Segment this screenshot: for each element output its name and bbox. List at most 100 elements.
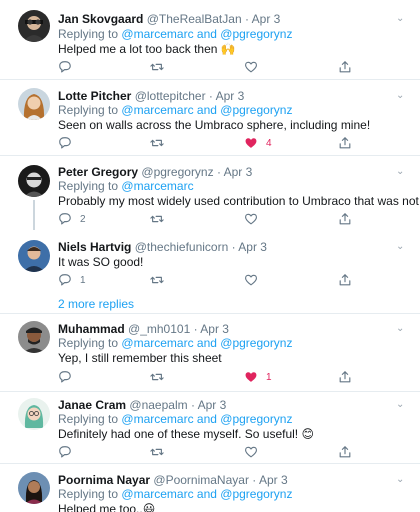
like-count: 4 [266, 137, 272, 149]
tweet[interactable]: Jan Skovgaard @TheRealBatJan · Apr 3 ⌄ R… [0, 0, 420, 80]
tweet-date[interactable]: Apr 3 [238, 240, 267, 254]
like-icon [245, 446, 257, 458]
tweet-actions [58, 60, 358, 74]
tweet-actions: 1 [58, 273, 358, 287]
tweet-header: Niels Hartvig @thechiefunicorn · Apr 3 [58, 240, 267, 254]
retweet-icon [150, 448, 164, 456]
user-handle[interactable]: @thechiefunicorn [135, 240, 229, 254]
user-handle[interactable]: @_mh0101 [128, 322, 190, 336]
separator-dot: · [193, 322, 198, 336]
replying-to: Replying to @marcemarc and @pgregorynz [58, 103, 292, 117]
tweet-actions: 4 [58, 136, 358, 150]
avatar[interactable] [18, 321, 50, 353]
tweet[interactable]: Poornima Nayar @PoornimaNayar · Apr 3 ⌄ … [0, 464, 420, 512]
replying-to-users[interactable]: @marcemarc [121, 179, 193, 193]
tweet-date[interactable]: Apr 3 [224, 165, 253, 179]
reply-button[interactable] [58, 60, 72, 74]
replying-to-users[interactable]: @marcemarc and @pgregorynz [121, 412, 292, 426]
tweet-actions: 1 [58, 370, 358, 384]
user-handle[interactable]: @lottepitcher [135, 89, 206, 103]
replying-to-prefix: Replying to [58, 487, 119, 501]
like-button[interactable] [244, 60, 258, 74]
reply-button[interactable]: 1 [58, 273, 86, 287]
show-more-replies-link[interactable]: 2 more replies [58, 297, 134, 311]
retweet-button[interactable] [150, 445, 164, 459]
tweet[interactable]: Lotte Pitcher @lottepitcher · Apr 3 ⌄ Re… [0, 80, 420, 156]
share-icon [339, 213, 351, 225]
like-button[interactable] [244, 445, 258, 459]
retweet-button[interactable] [150, 370, 164, 384]
replying-to-users[interactable]: @marcemarc and @pgregorynz [121, 336, 292, 350]
share-button[interactable] [338, 136, 352, 150]
share-button[interactable] [338, 445, 352, 459]
like-button[interactable] [244, 273, 258, 287]
share-button[interactable] [338, 273, 352, 287]
share-button[interactable] [338, 370, 352, 384]
tweet[interactable]: Muhammad @_mh0101 · Apr 3 ⌄ Replying to … [0, 314, 420, 392]
share-icon [339, 61, 351, 73]
chevron-down-icon[interactable]: ⌄ [396, 475, 406, 485]
chevron-down-icon[interactable]: ⌄ [396, 14, 406, 24]
user-handle[interactable]: @pgregorynz [141, 165, 213, 179]
tweet-date[interactable]: Apr 3 [200, 322, 229, 336]
chevron-down-icon[interactable]: ⌄ [396, 242, 406, 252]
retweet-icon [150, 276, 164, 284]
tweet-date[interactable]: Apr 3 [252, 12, 281, 26]
tweet-date[interactable]: Apr 3 [198, 398, 227, 412]
avatar[interactable] [18, 398, 50, 430]
tweet-date[interactable]: Apr 3 [216, 89, 245, 103]
replying-to: Replying to @marcemarc and @pgregorynz [58, 487, 292, 501]
user-handle[interactable]: @naepalm [129, 398, 187, 412]
tweet-text: It was SO good! [58, 255, 144, 269]
retweet-button[interactable] [150, 60, 164, 74]
avatar[interactable] [18, 10, 50, 42]
display-name[interactable]: Lotte Pitcher [58, 89, 131, 103]
tweet-header: Lotte Pitcher @lottepitcher · Apr 3 [58, 89, 244, 103]
replying-to-users[interactable]: @marcemarc and @pgregorynz [121, 103, 292, 117]
display-name[interactable]: Muhammad [58, 322, 125, 336]
retweet-button[interactable] [150, 212, 164, 226]
display-name[interactable]: Poornima Nayar [58, 473, 150, 487]
display-name[interactable]: Niels Hartvig [58, 240, 131, 254]
tweet-date[interactable]: Apr 3 [259, 473, 288, 487]
chevron-down-icon[interactable]: ⌄ [396, 167, 406, 177]
share-icon [339, 274, 351, 286]
retweet-button[interactable] [150, 136, 164, 150]
user-handle[interactable]: @TheRealBatJan [147, 12, 242, 26]
like-icon [245, 372, 257, 382]
tweet-text: Definitely had one of these myself. So u… [58, 427, 314, 441]
reply-button[interactable] [58, 445, 72, 459]
reply-count: 1 [80, 274, 86, 286]
user-handle[interactable]: @PoornimaNayar [153, 473, 249, 487]
replying-to-users[interactable]: @marcemarc and @pgregorynz [121, 27, 292, 41]
avatar[interactable] [18, 165, 50, 197]
like-count: 1 [266, 371, 272, 383]
chevron-down-icon[interactable]: ⌄ [396, 91, 406, 101]
avatar[interactable] [18, 472, 50, 504]
replying-to-prefix: Replying to [58, 336, 119, 350]
share-button[interactable] [338, 212, 352, 226]
reply-button[interactable]: 2 [58, 212, 86, 226]
tweet-header: Janae Cram @naepalm · Apr 3 [58, 398, 226, 412]
avatar[interactable] [18, 240, 50, 272]
retweet-button[interactable] [150, 273, 164, 287]
display-name[interactable]: Peter Gregory [58, 165, 138, 179]
share-button[interactable] [338, 60, 352, 74]
replying-to-users[interactable]: @marcemarc and @pgregorynz [121, 487, 292, 501]
chevron-down-icon[interactable]: ⌄ [396, 400, 406, 410]
like-button[interactable]: 4 [244, 136, 272, 150]
reply-icon [59, 213, 71, 225]
reply-button[interactable] [58, 370, 72, 384]
avatar[interactable] [18, 88, 50, 120]
like-button[interactable] [244, 212, 258, 226]
tweet[interactable]: Janae Cram @naepalm · Apr 3 ⌄ Replying t… [0, 392, 420, 464]
reply-button[interactable] [58, 136, 72, 150]
replying-to-prefix: Replying to [58, 27, 119, 41]
like-button[interactable]: 1 [244, 370, 272, 384]
display-name[interactable]: Janae Cram [58, 398, 126, 412]
chevron-down-icon[interactable]: ⌄ [396, 324, 406, 334]
like-icon [245, 213, 257, 225]
display-name[interactable]: Jan Skovgaard [58, 12, 143, 26]
replying-to: Replying to @marcemarc and @pgregorynz [58, 27, 292, 41]
separator-dot: · [252, 473, 257, 487]
